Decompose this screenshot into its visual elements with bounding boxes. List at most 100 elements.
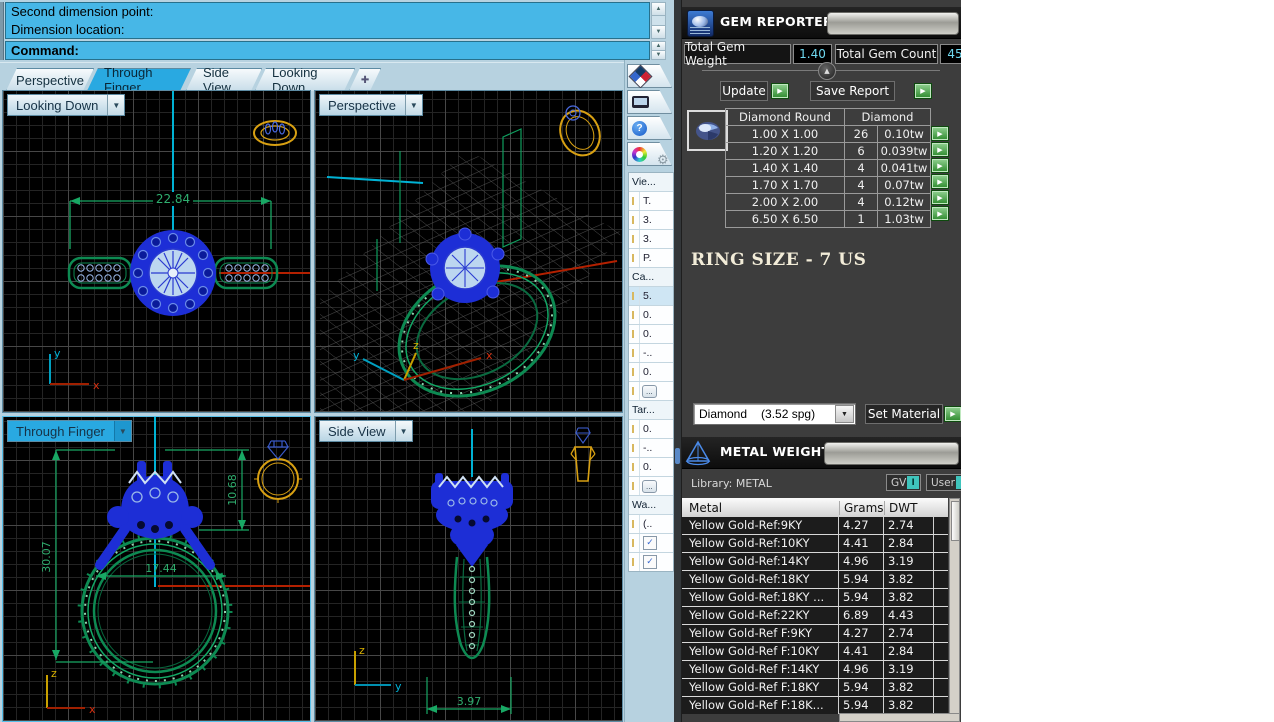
metal-row[interactable]: Yellow Gold-Ref:18KY ...5.943.82: [682, 589, 948, 607]
viewport-perspective[interactable]: y z x Perspective▼: [314, 90, 623, 413]
metal-row[interactable]: Yellow Gold-Ref F:18K...5.943.82: [682, 697, 948, 714]
gear-icon[interactable]: ⚙: [657, 152, 669, 168]
metal-row[interactable]: Yellow Gold-Ref F:10KY4.412.84: [682, 643, 948, 661]
set-material-run-button[interactable]: ▶: [944, 406, 961, 422]
gem-table-row[interactable]: 1.20 X 1.2060.039tw: [726, 142, 930, 159]
metal-row[interactable]: Yellow Gold-Ref F:14KY4.963.19: [682, 661, 948, 679]
props-row[interactable]: (..: [629, 515, 673, 534]
props-row[interactable]: 3.: [629, 230, 673, 249]
viewport-title-through-finger[interactable]: Through Finger▼: [7, 420, 132, 442]
metal-row[interactable]: Yellow Gold-Ref:22KY6.894.43: [682, 607, 948, 625]
gem-reporter-header[interactable]: GEM REPORTER: [682, 7, 961, 39]
metal-row[interactable]: Yellow Gold-Ref:18KY5.943.82: [682, 571, 948, 589]
chevron-down-icon[interactable]: ▼: [395, 421, 412, 441]
props-row[interactable]: 0.: [629, 458, 673, 477]
metal-row[interactable]: Yellow Gold-Ref:14KY4.963.19: [682, 553, 948, 571]
viewport-side-view[interactable]: 3.97 z y: [314, 416, 623, 722]
tab-add-button[interactable]: ✚: [349, 68, 381, 91]
spinner-up-icon[interactable]: ▲: [652, 42, 665, 51]
metal-weights-header[interactable]: METAL WEIGHTS: [682, 437, 961, 469]
scrollbar-thumb[interactable]: [951, 501, 960, 541]
props-row-checkbox[interactable]: ✓: [629, 553, 673, 571]
chevron-down-icon[interactable]: ▼: [405, 95, 422, 115]
props-row-button[interactable]: ...: [629, 382, 673, 401]
metal-table-scrollbar[interactable]: [949, 498, 960, 714]
display-tab[interactable]: [627, 90, 672, 114]
props-row-button[interactable]: ...: [629, 477, 673, 496]
gem-type-icon-box[interactable]: [687, 110, 728, 151]
command-input[interactable]: Command:: [5, 41, 650, 60]
viewport-through-finger[interactable]: 10.68 30.07 17.44: [2, 416, 311, 722]
command-spinner[interactable]: ▲ ▼: [651, 41, 666, 60]
props-row[interactable]: P.: [629, 249, 673, 268]
update-button[interactable]: Update: [720, 81, 768, 101]
properties-panel: ? ⚙ Vie... T. 3. 3. P. Ca... 5. 0. 0. -.…: [624, 60, 675, 722]
tab-through-finger[interactable]: Through Finger: [87, 68, 191, 91]
command-history[interactable]: Second dimension point: Dimension locati…: [5, 2, 650, 39]
gem-table-row[interactable]: 1.00 X 1.00260.10tw: [726, 125, 930, 142]
chevron-down-icon[interactable]: ▼: [107, 95, 124, 115]
props-row[interactable]: 0.: [629, 306, 673, 325]
gem-table-row[interactable]: 1.40 X 1.4040.041tw: [726, 159, 930, 176]
props-row[interactable]: 0.: [629, 420, 673, 439]
gem-table-row[interactable]: 2.00 X 2.0040.12tw: [726, 193, 930, 210]
help-tab[interactable]: ?: [627, 116, 672, 140]
viewport-title-perspective[interactable]: Perspective▼: [319, 94, 423, 116]
props-section-wallpaper[interactable]: Wa...: [629, 496, 673, 515]
panel-handle[interactable]: [824, 442, 959, 465]
tab-side-view[interactable]: Side View: [186, 68, 262, 91]
set-material-button[interactable]: Set Material: [865, 404, 943, 424]
scroll-up-icon[interactable]: ▲: [652, 3, 665, 16]
splitter-handle-icon[interactable]: [675, 448, 680, 464]
gem-table-row[interactable]: 6.50 X 6.5011.03tw: [726, 210, 930, 227]
chevron-down-icon[interactable]: ▼: [114, 421, 131, 441]
save-report-button[interactable]: Save Report: [810, 81, 895, 101]
update-run-button[interactable]: ▶: [771, 83, 789, 99]
props-row[interactable]: 0.: [629, 325, 673, 344]
viewport-title-looking-down[interactable]: Looking Down▼: [7, 94, 125, 116]
gem-row-run-button[interactable]: ▶: [931, 126, 949, 141]
metal-row[interactable]: Yellow Gold-Ref F:9KY4.272.74: [682, 625, 948, 643]
props-row[interactable]: 0.: [629, 363, 673, 382]
collapse-button[interactable]: ▲: [818, 62, 836, 80]
checkbox[interactable]: ✓: [643, 555, 657, 569]
gem-row-run-button[interactable]: ▶: [931, 206, 949, 221]
gem-row-run-button[interactable]: ▶: [931, 142, 949, 157]
metal-row[interactable]: Yellow Gold-Ref F:18KY5.943.82: [682, 679, 948, 697]
gem-row-run-button[interactable]: ▶: [931, 158, 949, 173]
props-row[interactable]: T.: [629, 192, 673, 211]
viewport-title-side-view[interactable]: Side View▼: [319, 420, 413, 442]
props-row[interactable]: -..: [629, 439, 673, 458]
props-section-camera[interactable]: Ca...: [629, 268, 673, 287]
props-section-target[interactable]: Tar...: [629, 401, 673, 420]
command-history-scrollbar[interactable]: ▲ ▼: [651, 2, 666, 39]
gem-row-run-button[interactable]: ▶: [931, 190, 949, 205]
properties-tab[interactable]: [627, 64, 672, 88]
viewport-looking-down[interactable]: 22.84: [2, 90, 311, 413]
gem-table-row[interactable]: 1.70 X 1.7040.07tw: [726, 176, 930, 193]
gem-row-run-button[interactable]: ▶: [931, 174, 949, 189]
material-select[interactable]: Diamond (3.52 spg) ▼: [693, 403, 856, 425]
metal-row[interactable]: Yellow Gold-Ref:10KY4.412.84: [682, 535, 948, 553]
panel-handle[interactable]: [827, 12, 959, 35]
panel-splitter[interactable]: [674, 0, 681, 722]
command-area-grip[interactable]: [0, 2, 4, 60]
tab-perspective[interactable]: Perspective: [6, 68, 94, 91]
checkbox[interactable]: ✓: [643, 536, 657, 550]
user-toggle[interactable]: User: [926, 474, 961, 491]
metal-table-hscrollbar[interactable]: [839, 713, 960, 722]
dropdown-arrow-icon[interactable]: ▼: [835, 405, 854, 423]
spinner-down-icon[interactable]: ▼: [652, 51, 665, 59]
viewport-tabbar: Perspective Through Finger Side View Loo…: [0, 62, 624, 91]
metal-row[interactable]: Yellow Gold-Ref:9KY4.272.74: [682, 517, 948, 535]
save-report-run-button[interactable]: ▶: [914, 83, 932, 99]
props-row[interactable]: -..: [629, 344, 673, 363]
props-row-checkbox[interactable]: ✓: [629, 534, 673, 553]
play-icon: ▶: [937, 194, 942, 202]
props-row[interactable]: 3.: [629, 211, 673, 230]
gv-toggle[interactable]: GV I: [886, 474, 921, 491]
props-row-selected[interactable]: 5.: [629, 287, 673, 306]
tab-looking-down[interactable]: Looking Down: [255, 68, 355, 91]
props-section-viewport[interactable]: Vie...: [629, 173, 673, 192]
scroll-down-icon[interactable]: ▼: [652, 25, 665, 38]
